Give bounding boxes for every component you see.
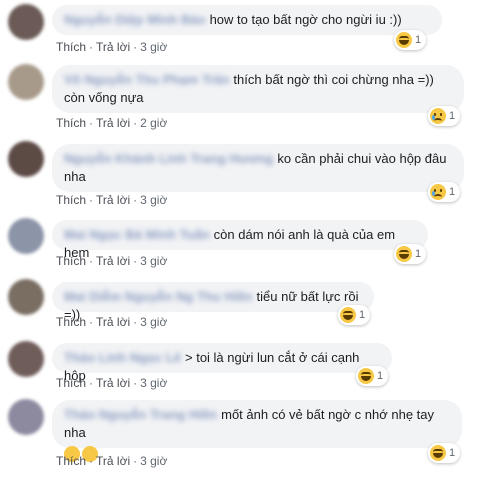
separator: · xyxy=(89,254,94,268)
sad-icon xyxy=(430,184,446,200)
haha-icon xyxy=(396,246,412,262)
comment-text-line2: nha xyxy=(64,169,86,184)
comment-actions: Thích · Trả lời · 3 giờ xyxy=(56,315,167,329)
reaction-count: 1 xyxy=(449,186,456,198)
like-link[interactable]: Thích xyxy=(56,454,86,468)
comment-timestamp[interactable]: 3 giờ xyxy=(140,315,167,329)
separator: · xyxy=(89,454,94,468)
separator: · xyxy=(89,116,94,130)
comment-text: how to tạo bất ngờ cho ngừi iu :)) xyxy=(209,12,402,27)
reaction-badge[interactable]: 1 xyxy=(394,30,427,50)
comment-actions: Thích · Trả lời · 3 giờ xyxy=(56,40,167,54)
reply-link[interactable]: Trả lời xyxy=(96,40,130,54)
reaction-badge[interactable]: 1 xyxy=(356,366,389,386)
avatar[interactable] xyxy=(8,218,44,254)
sad-icon xyxy=(430,108,446,124)
separator: · xyxy=(133,376,138,390)
like-link[interactable]: Thích xyxy=(56,116,86,130)
separator: · xyxy=(133,254,138,268)
reply-link[interactable]: Trả lời xyxy=(96,254,130,268)
comment-text: ko cần phải chui vào hộp đâu xyxy=(277,151,447,166)
comment-bubble: Nguyễn Khánh Linh Trang Hương ko cần phải… xyxy=(52,144,464,192)
separator: · xyxy=(133,315,138,329)
separator: · xyxy=(89,315,94,329)
comment-timestamp[interactable]: 3 giờ xyxy=(140,254,167,268)
comment-author[interactable]: Nguyễn Khánh Linh Trang Hương xyxy=(64,150,273,168)
comment-author[interactable]: Mai Diễm Nguyễn Ng Thu Hiền xyxy=(64,288,253,306)
comment-text: thích bất ngờ thì coi chừng nha =)) xyxy=(233,72,434,87)
comment-author[interactable]: Nguyễn Diệp Minh Bảo xyxy=(64,11,206,29)
separator: · xyxy=(89,40,94,54)
comment-timestamp[interactable]: 3 giờ xyxy=(140,454,167,468)
like-link[interactable]: Thích xyxy=(56,40,86,54)
avatar[interactable] xyxy=(8,141,44,177)
reaction-count: 1 xyxy=(415,248,422,260)
avatar[interactable] xyxy=(8,4,44,40)
comment-timestamp[interactable]: 2 giờ xyxy=(140,116,167,130)
reaction-count: 1 xyxy=(449,447,456,459)
comment-actions: Thích · Trả lời · 2 giờ xyxy=(56,116,167,130)
reaction-badge[interactable]: 1 xyxy=(428,106,461,126)
comment-author[interactable]: Thảo Nguyễn Trang Hiền xyxy=(64,406,217,424)
reply-link[interactable]: Trả lời xyxy=(96,315,130,329)
comment-bubble: Thảo Linh Ngọc Lê > toi là ngừi lun cắt ở… xyxy=(52,343,392,383)
avatar[interactable] xyxy=(8,341,44,377)
reaction-count: 1 xyxy=(359,309,366,321)
comment-actions: Thích · Trả lời · 3 giờ xyxy=(56,376,167,390)
haha-icon xyxy=(340,307,356,323)
comment-timestamp[interactable]: 3 giờ xyxy=(140,376,167,390)
comment-bubble: Nguyễn Diệp Minh Bảo how to tạo bất ngờ c… xyxy=(52,5,442,35)
reply-link[interactable]: Trả lời xyxy=(96,116,130,130)
avatar[interactable] xyxy=(8,64,44,100)
comment-timestamp[interactable]: 3 giờ xyxy=(140,193,167,207)
comment-bubble: Võ Nguyễn Thu Phạm Trân thích bất ngờ thì… xyxy=(52,65,464,113)
comment-actions: Thích · Trả lời · 3 giờ xyxy=(56,254,167,268)
separator: · xyxy=(89,193,94,207)
reply-link[interactable]: Trả lời xyxy=(96,454,130,468)
reaction-badge[interactable]: 1 xyxy=(338,305,371,325)
comment-actions: Thích · Trả lời · 3 giờ xyxy=(56,193,167,207)
separator: · xyxy=(133,193,138,207)
like-link[interactable]: Thích xyxy=(56,193,86,207)
avatar[interactable] xyxy=(8,399,44,435)
reaction-badge[interactable]: 1 xyxy=(428,443,461,463)
haha-icon xyxy=(396,32,412,48)
comment-author[interactable]: Mai Ngọc Bá Minh Tuấn xyxy=(64,226,210,244)
comment-bubble: Thảo Nguyễn Trang Hiền mốt ảnh có vẻ bất … xyxy=(52,400,462,462)
comment-actions: Thích · Trả lời · 3 giờ xyxy=(56,454,167,468)
reaction-badge[interactable]: 1 xyxy=(394,244,427,264)
like-link[interactable]: Thích xyxy=(56,254,86,268)
like-link[interactable]: Thích xyxy=(56,376,86,390)
reaction-count: 1 xyxy=(415,34,422,46)
comment-bubble: Mai Ngọc Bá Minh Tuấn còn dám nói anh là … xyxy=(52,220,428,260)
haha-icon xyxy=(430,445,446,461)
reply-link[interactable]: Trả lời xyxy=(96,376,130,390)
avatar[interactable] xyxy=(8,279,44,315)
separator: · xyxy=(89,376,94,390)
haha-icon xyxy=(358,368,374,384)
reaction-badge[interactable]: 1 xyxy=(428,182,461,202)
separator: · xyxy=(133,454,138,468)
comment-timestamp[interactable]: 3 giờ xyxy=(140,40,167,54)
comment-author[interactable]: Thảo Linh Ngọc Lê xyxy=(64,349,181,367)
reaction-count: 1 xyxy=(377,370,384,382)
separator: · xyxy=(133,40,138,54)
separator: · xyxy=(133,116,138,130)
reply-link[interactable]: Trả lời xyxy=(96,193,130,207)
reaction-count: 1 xyxy=(449,110,456,122)
like-link[interactable]: Thích xyxy=(56,315,86,329)
comment-bubble: Mai Diễm Nguyễn Ng Thu Hiền tiểu nữ bất l… xyxy=(52,282,374,322)
comment-text-line2: còn vống nựa xyxy=(64,90,144,105)
comment-author[interactable]: Võ Nguyễn Thu Phạm Trân xyxy=(64,71,229,89)
